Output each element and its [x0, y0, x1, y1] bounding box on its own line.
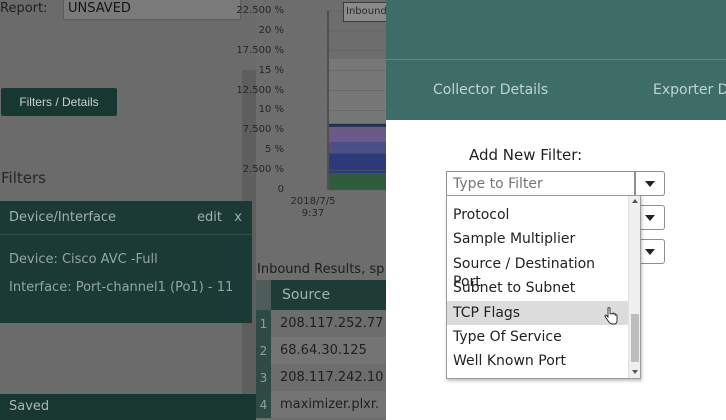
table-row[interactable]: 2 68.64.30.125	[256, 337, 386, 364]
table-row[interactable]: 4 maximizer.plxr.	[256, 391, 386, 418]
filter-option-protocol[interactable]: Protocol	[447, 203, 628, 227]
source-cell: 68.64.30.125	[280, 343, 367, 358]
device-close-icon[interactable]: x	[234, 210, 242, 225]
row-index: 4	[256, 391, 271, 418]
filter-option-type-of-service[interactable]: Type Of Service	[447, 325, 628, 349]
row-index: 2	[256, 337, 271, 364]
source-cell: maximizer.plxr.	[280, 397, 380, 412]
results-table: Source 1 208.117.252.77 2 68.64.30.125 3 208.…	[256, 280, 386, 418]
filter-option-well-known-port[interactable]: Well Known Port	[447, 349, 628, 373]
chart-area-band	[329, 142, 386, 154]
left-panel: Report: UNSAVED Filters / Details Filter…	[0, 0, 256, 420]
y-tick-label: 15 %	[258, 64, 284, 76]
chevron-down-icon	[644, 214, 655, 221]
y-tick-label: 12.500 %	[236, 84, 284, 96]
add-filter-modal: Collector Details Exporter D Add New Fil…	[386, 0, 726, 420]
device-name-text: Device: Cisco AVC -Full	[9, 252, 158, 267]
center-panel: 22.500 % 20 % 17.500 % 15 % 12.500 % 10 % 7.50…	[236, 0, 387, 420]
chart-area-band	[329, 58, 386, 124]
y-tick-label: 7.500 %	[242, 124, 284, 136]
column-header-source[interactable]: Source	[271, 287, 330, 303]
table-row[interactable]: 3 208.117.242.10	[256, 364, 386, 391]
filter-options-list[interactable]: Protocol Sample Multiplier Source / Destin…	[446, 195, 641, 379]
results-title: Inbound Results, sp	[257, 262, 385, 277]
device-edit-link[interactable]: edit	[197, 210, 222, 225]
table-header-index	[256, 280, 271, 310]
hand-pointer-icon	[604, 307, 618, 325]
row-index: 1	[256, 310, 271, 337]
chevron-down-icon	[645, 180, 655, 187]
interface-name-text: Interface: Port-channel1 (Po1) - 11	[9, 280, 234, 295]
source-cell: 208.117.252.77	[280, 316, 384, 331]
source-cell: 208.117.242.10	[280, 370, 384, 385]
filters-heading: Filters	[1, 169, 46, 187]
modal-header-divider	[386, 59, 726, 60]
device-card-title: Device/Interface	[9, 210, 117, 225]
scroll-down-icon[interactable]	[632, 370, 638, 374]
row-index: 3	[256, 364, 271, 391]
add-filter-label: Add New Filter:	[469, 146, 583, 164]
tab-exporter-details[interactable]: Exporter D	[653, 82, 726, 98]
y-tick-label: 2.500 %	[242, 164, 284, 176]
filter-option-source-destination-port[interactable]: Source / Destination Port	[447, 252, 628, 290]
table-body: 1 208.117.252.77 2 68.64.30.125 3 208.117.242…	[256, 310, 386, 418]
report-label: Report:	[0, 1, 48, 16]
y-tick-label: 10 %	[258, 104, 284, 116]
tab-collector-details[interactable]: Collector Details	[433, 82, 548, 98]
y-tick-label: 22.500 %	[236, 5, 284, 16]
scroll-up-icon[interactable]	[632, 199, 638, 203]
chart-area-band	[329, 173, 386, 190]
chart-area-band	[329, 126, 386, 143]
chart-legend-tab[interactable]: Inbound	[343, 2, 387, 22]
device-interface-card: Device/Interface edit x Device: Cisco AV…	[0, 201, 252, 323]
filter-option-tcp-flags[interactable]: TCP Flags	[447, 300, 628, 325]
table-row[interactable]: 1 208.117.252.77	[256, 310, 386, 337]
y-tick-label: 17.500 %	[236, 44, 284, 56]
y-tick-label: 5 %	[264, 144, 284, 156]
filter-option-sample-multiplier[interactable]: Sample Multiplier	[447, 227, 628, 251]
filter-search-input[interactable]	[446, 171, 635, 196]
filter-option-subnet-to-subnet[interactable]: Subnet to Subnet	[447, 276, 628, 300]
chevron-down-icon	[644, 248, 655, 255]
table-header: Source	[256, 280, 386, 310]
y-tick-label: 0	[277, 184, 284, 195]
device-card-header: Device/Interface edit x	[0, 201, 252, 235]
chart-area-band	[329, 123, 386, 127]
status-bar: Saved	[0, 394, 256, 420]
modal-header: Collector Details Exporter D	[386, 0, 726, 120]
filter-dropdown-button[interactable]	[635, 171, 665, 196]
chart-x-tick-label: 2018/7/5 9:37	[290, 196, 336, 219]
dropdown-scroll-thumb[interactable]	[631, 314, 639, 362]
filters-details-button[interactable]: Filters / Details	[1, 88, 117, 116]
dropdown-scrollbar[interactable]	[628, 196, 640, 378]
y-tick-label: 20 %	[258, 24, 284, 36]
